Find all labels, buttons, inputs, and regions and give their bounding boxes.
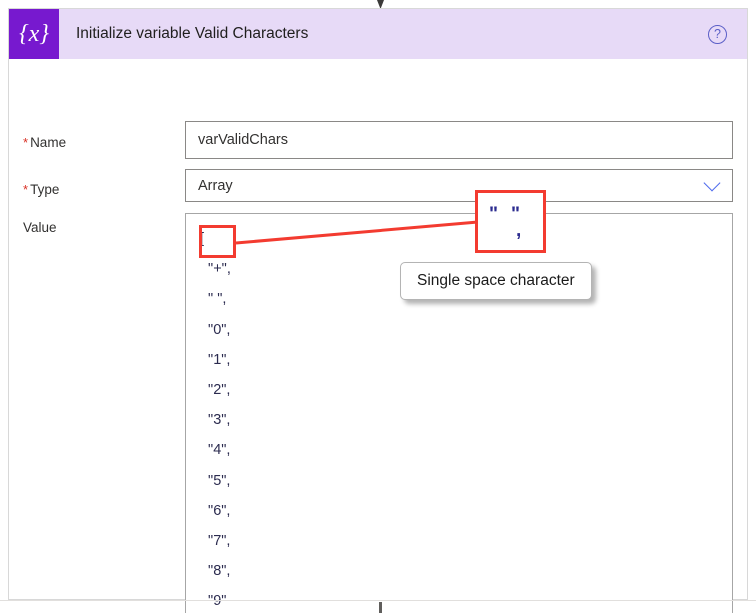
screenshot-root: {x} Initialize variable Valid Characters… [0,0,756,613]
card-title: Initialize variable Valid Characters [76,25,309,42]
name-label-text: Name [30,135,67,150]
type-dropdown[interactable]: Array [185,169,733,202]
chevron-down-icon [703,174,721,192]
type-label-text: Type [30,182,60,197]
annotation-tooltip-text: Single space character [417,272,575,289]
name-label: * Name [23,135,66,150]
magnified-space-character-view: " " , [475,190,546,253]
initialize-variable-card: {x} Initialize variable Valid Characters… [8,8,748,613]
annotation-tooltip: Single space character [400,262,592,300]
card-header[interactable]: {x} Initialize variable Valid Characters… [9,9,747,59]
name-input[interactable] [185,121,733,159]
type-dropdown-value: Array [198,177,233,194]
flow-rail [0,600,756,601]
help-icon[interactable]: ? [708,24,727,44]
value-label: Value [23,220,57,235]
value-label-text: Value [23,220,57,235]
initialize-variable-icon: {x} [9,9,59,59]
highlight-box-space-entry [199,225,236,258]
flow-line-icon [379,602,382,613]
header-actions: ? [708,24,747,44]
magnified-comma: , [516,220,522,241]
required-asterisk: * [23,182,29,197]
magnified-open-quote: " [489,204,499,225]
required-asterisk: * [23,135,29,150]
type-label: * Type [23,182,59,197]
